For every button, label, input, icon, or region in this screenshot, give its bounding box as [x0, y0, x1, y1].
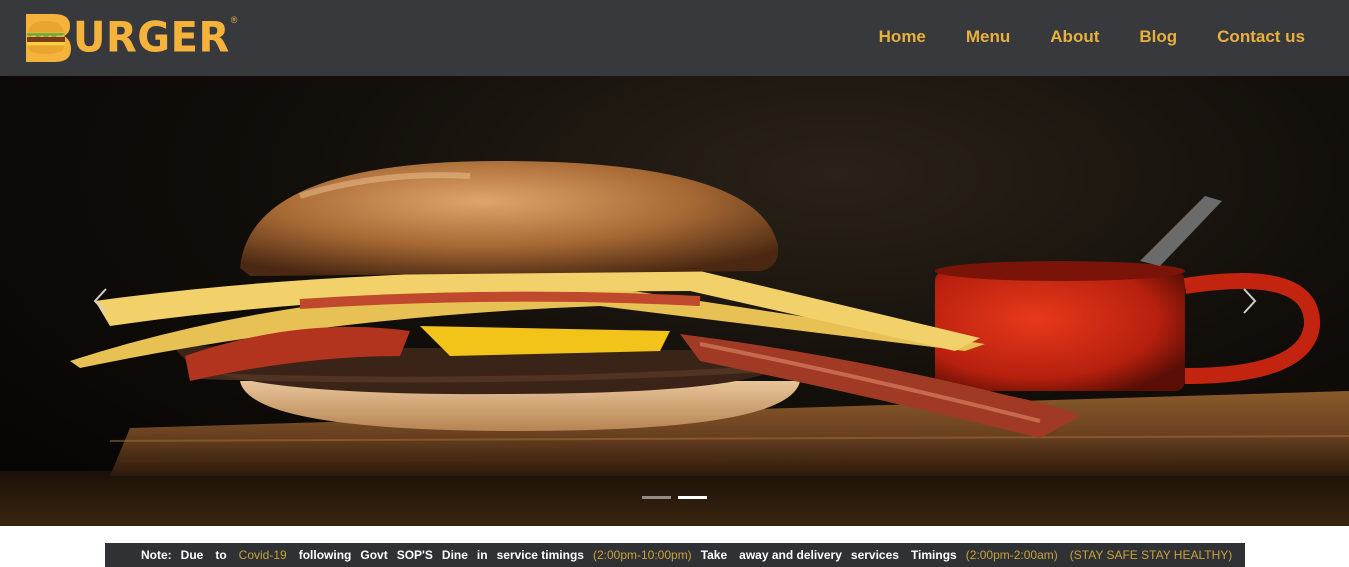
main-nav: Home Menu About Blog Contact us	[839, 26, 1305, 48]
carousel-indicators	[642, 496, 707, 499]
nav-home[interactable]: Home	[879, 26, 926, 48]
logo-text: URGER	[73, 13, 230, 63]
carousel-indicator-2[interactable]	[678, 496, 707, 499]
nav-blog[interactable]: Blog	[1139, 26, 1177, 48]
nav-contact-us[interactable]: Contact us	[1217, 26, 1305, 48]
ticker-word: Timings	[910, 548, 957, 562]
ticker-word: services	[850, 548, 899, 562]
ticker-dine-hours: (2:00pm-10:00pm)	[592, 548, 692, 562]
ticker-word: SOP'S	[396, 548, 433, 562]
carousel-next-button[interactable]	[1232, 286, 1262, 316]
brand-logo[interactable]: URGER ®	[24, 13, 237, 65]
ticker-word: in	[476, 548, 488, 562]
ticker-stay-safe: (STAY SAFE STAY HEALTHY)	[1069, 548, 1233, 562]
ticker-word: Due	[180, 548, 204, 562]
top-navbar: URGER ® Home Menu About Blog Contact us	[0, 0, 1349, 76]
ticker-word: to	[215, 548, 227, 562]
hero-carousel	[0, 76, 1349, 526]
ticker-word: following	[298, 548, 352, 562]
ticker-word: service timings	[496, 548, 584, 562]
carousel-prev-button[interactable]	[88, 286, 118, 316]
nav-about[interactable]: About	[1050, 26, 1099, 48]
ticker-word: Take	[700, 548, 728, 562]
burger-logo-icon	[24, 13, 72, 63]
chevron-left-icon	[93, 288, 107, 314]
hero-burger-image	[0, 161, 1349, 526]
carousel-indicator-1[interactable]	[642, 496, 671, 499]
chevron-right-icon	[1243, 288, 1257, 314]
notice-ticker: Note: Due to Covid-19 following Govt SOP'S Dine…	[105, 543, 1245, 567]
ticker-word: Govt	[360, 548, 388, 562]
ticker-note: Note:	[141, 548, 172, 562]
ticker-delivery-hours: (2:00pm-2:00am)	[965, 548, 1058, 562]
registered-mark: ®	[230, 15, 238, 25]
ticker-word: away and delivery	[739, 548, 842, 562]
nav-menu[interactable]: Menu	[966, 26, 1010, 48]
ticker-text: Note: Due to Covid-19 following Govt SOP'S Dine…	[141, 543, 1232, 567]
ticker-covid: Covid-19	[238, 548, 287, 562]
ticker-word: Dine	[441, 548, 468, 562]
